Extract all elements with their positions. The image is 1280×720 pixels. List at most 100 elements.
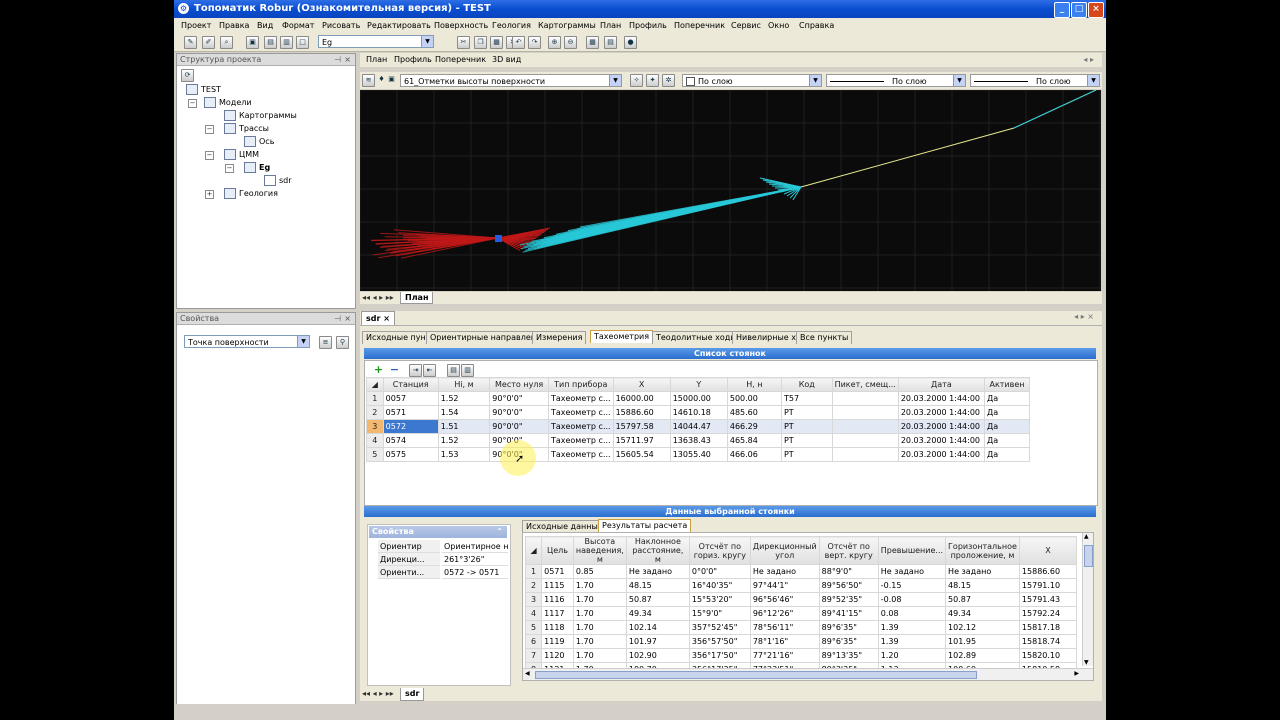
- export-icon[interactable]: ▥: [461, 364, 474, 377]
- table-cell[interactable]: 1.39: [877, 620, 947, 635]
- table-cell[interactable]: 15791.43: [1018, 592, 1078, 607]
- table-cell[interactable]: 102.14: [625, 620, 690, 635]
- collapse-icon[interactable]: −: [188, 99, 197, 108]
- zoom-in-icon[interactable]: ⊕: [548, 36, 561, 49]
- table-cell[interactable]: [831, 419, 899, 434]
- tree-item-models[interactable]: Модели: [204, 97, 252, 109]
- table-cell[interactable]: PT: [780, 447, 833, 462]
- table-cell[interactable]: 485.60: [726, 405, 782, 420]
- table-cell[interactable]: 48.15: [625, 578, 690, 593]
- tree-item-dtm[interactable]: ЦММ: [224, 149, 259, 161]
- column-header[interactable]: Дата: [897, 377, 985, 392]
- table-cell[interactable]: 15797.58: [612, 419, 671, 434]
- table-cell[interactable]: 89°56'50": [818, 578, 879, 593]
- table-cell[interactable]: PT: [780, 419, 833, 434]
- menu-cross-section[interactable]: Поперечник: [674, 21, 725, 30]
- table-cell[interactable]: Тахеометр с...: [547, 433, 614, 448]
- tab-station-4[interactable]: Теодолитные ходы: [652, 331, 741, 344]
- scroll-left-icon[interactable]: ◀: [525, 670, 530, 677]
- table-cell[interactable]: -0.08: [877, 592, 947, 607]
- object-type-combo[interactable]: Точка поверхности ▼: [184, 335, 310, 348]
- table-cell[interactable]: 1.70: [572, 620, 627, 635]
- table-cell[interactable]: 15000.00: [669, 391, 728, 406]
- table-row[interactable]: 505751.5390°0'0"Тахеометр с...15605.5413…: [366, 447, 1031, 462]
- table-cell[interactable]: 0057: [382, 391, 439, 406]
- paste-icon[interactable]: ▦: [490, 36, 503, 49]
- tree-item-sdr[interactable]: sdr: [264, 175, 292, 187]
- table-cell[interactable]: 4: [366, 433, 384, 448]
- table-row[interactable]: 3 0572 1.51 90°0'0" Тахеометр с... 15797.58 14…: [366, 419, 1031, 434]
- layers-icon[interactable]: ▣: [246, 36, 259, 49]
- table-cell[interactable]: 89°41'15": [818, 606, 879, 621]
- table-cell[interactable]: 97°44'1": [749, 578, 820, 593]
- menu-help[interactable]: Справка: [799, 21, 834, 30]
- tab-scroll-icon[interactable]: ◂ ▸: [1083, 55, 1094, 64]
- table-cell[interactable]: [831, 405, 899, 420]
- lock-icon[interactable]: ▣: [386, 74, 397, 85]
- table-cell[interactable]: 89°52'35": [818, 592, 879, 607]
- column-header[interactable]: Hi, м: [437, 377, 491, 392]
- table-cell[interactable]: 15°9'0": [688, 606, 751, 621]
- tab-calc-results[interactable]: Результаты расчета: [598, 519, 692, 532]
- table-cell[interactable]: 90°0'0": [489, 405, 549, 420]
- pencil-icon[interactable]: ✐: [202, 36, 215, 49]
- table-cell[interactable]: 1.39: [877, 634, 947, 649]
- table-row[interactable]: 2 1115 1.70 48.15 16°40'35" 97°44'1" 89°56'50"…: [524, 578, 1078, 593]
- menu-format[interactable]: Формат: [282, 21, 314, 30]
- table-cell[interactable]: 96°12'26": [749, 606, 820, 621]
- layer-combo[interactable]: 61_Отметки высоты поверхности ▼: [400, 74, 622, 87]
- column-header[interactable]: Горизонтальное проложение, м: [945, 536, 1020, 565]
- table-cell[interactable]: 50.87: [945, 592, 1020, 607]
- lineweight-combo[interactable]: По слою ▼: [970, 74, 1100, 87]
- collapse-icon[interactable]: −: [205, 151, 214, 160]
- chevron-down-icon[interactable]: ▼: [421, 36, 433, 47]
- column-header[interactable]: Дирекционный угол: [749, 536, 820, 565]
- table-cell[interactable]: 500.00: [726, 391, 782, 406]
- table-cell[interactable]: 1.52: [437, 433, 491, 448]
- collapse-up-icon[interactable]: ⌃: [496, 526, 503, 538]
- scroll-right-icon[interactable]: ▶: [1074, 670, 1079, 677]
- table-cell[interactable]: 2: [524, 578, 543, 593]
- table-cell[interactable]: Не задано: [877, 564, 947, 579]
- column-header[interactable]: Место нуля: [489, 377, 549, 392]
- tree-item-axis[interactable]: Ось: [244, 136, 274, 148]
- table-cell[interactable]: Не задано: [625, 564, 690, 579]
- results-hscrollbar[interactable]: ◀ ▶: [523, 668, 1093, 680]
- column-header[interactable]: Y: [669, 377, 728, 392]
- table-cell[interactable]: 0574: [382, 433, 439, 448]
- table-cell[interactable]: 89°13'35": [818, 648, 879, 663]
- table-row[interactable]: 6 1119 1.70 101.97 356°57'50" 78°1'16" 89°6'35…: [524, 634, 1078, 649]
- table-cell[interactable]: -0.15: [877, 578, 947, 593]
- tab-station-2[interactable]: Измерения: [532, 331, 587, 344]
- tree-item-test[interactable]: TEST: [186, 84, 221, 96]
- table-cell[interactable]: 13638.43: [669, 433, 728, 448]
- table-row[interactable]: 1 0057 1.52 90°0'0" Тахеометр с... 16000.00 15…: [366, 391, 1031, 406]
- table-cell[interactable]: 78°56'11": [749, 620, 820, 635]
- zoom-icon[interactable]: ⌕: [220, 36, 233, 49]
- table-row[interactable]: 2 0571 1.54 90°0'0" Тахеометр с... 15886.60 14…: [366, 405, 1031, 420]
- close-icon[interactable]: ×: [383, 314, 390, 323]
- table-cell[interactable]: 15°53'20": [688, 592, 751, 607]
- insert-row-icon[interactable]: ⇥: [409, 364, 422, 377]
- table-cell[interactable]: 1.70: [572, 634, 627, 649]
- scroll-up-icon[interactable]: ▲: [1084, 533, 1089, 540]
- close-icon[interactable]: ×: [344, 54, 351, 65]
- layer-tool2-icon[interactable]: ✦: [646, 74, 659, 87]
- table-cell[interactable]: Тахеометр с...: [547, 405, 614, 420]
- sheet-tab-plan[interactable]: План: [400, 292, 434, 304]
- table-cell[interactable]: 48.15: [945, 578, 1020, 593]
- close-icon[interactable]: ×: [344, 313, 351, 324]
- scroll-down-icon[interactable]: ▼: [1084, 659, 1089, 666]
- menu-view[interactable]: Вид: [257, 21, 273, 30]
- table-cell[interactable]: 0.85: [572, 564, 627, 579]
- table-cell[interactable]: 77°21'16": [749, 648, 820, 663]
- table-cell[interactable]: PT: [780, 433, 833, 448]
- selected-prop-row[interactable]: ОриентирОриентирное на...: [378, 540, 508, 553]
- table-cell[interactable]: 16000.00: [612, 391, 671, 406]
- column-header[interactable]: X: [1018, 536, 1078, 565]
- new-icon[interactable]: ✎: [184, 36, 197, 49]
- menu-service[interactable]: Сервис: [731, 21, 761, 30]
- table-cell[interactable]: 0572: [382, 419, 439, 434]
- scroll-thumb[interactable]: [1084, 545, 1093, 567]
- sheet-nav-icon[interactable]: ◂◂ ◂ ▸ ▸▸: [362, 689, 394, 698]
